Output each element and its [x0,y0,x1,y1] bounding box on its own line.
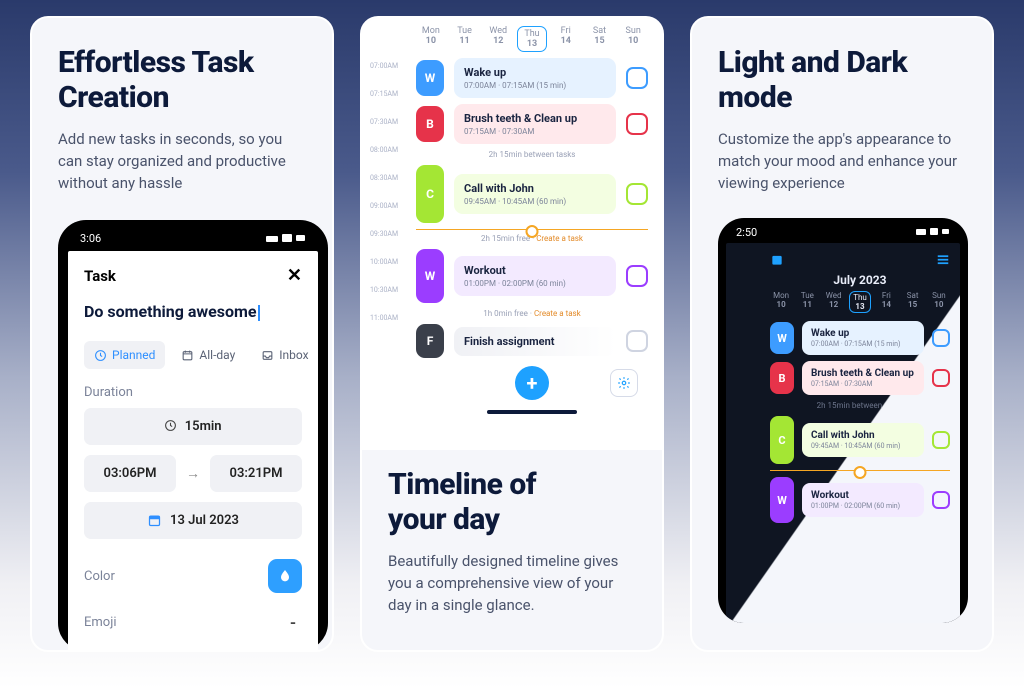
segment-planned[interactable]: Planned [84,341,165,369]
status-clock: 2:50 [736,226,757,239]
task-checkbox[interactable] [626,67,648,89]
subheading: Customize the app's appearance to match … [718,129,966,194]
feature-card-timeline: Mon10 Tue11 Wed12 Thu13 Fri14 Sat15 Sun1… [360,16,664,652]
task-type-segment: Planned All-day Inbox [84,341,302,369]
clock-icon [94,349,107,362]
gap-label: 1h 0min free · Create a task [770,529,950,538]
duration-chip[interactable]: 15min [84,408,302,445]
task-brush-teeth[interactable]: B Brush teeth & Clean up07:15AM · 07:30A… [416,104,648,144]
end-time-chip[interactable]: 03:21PM [210,455,302,492]
task-checkbox[interactable] [626,265,648,287]
create-task-link[interactable]: Create a task [536,234,583,243]
gear-icon [617,376,631,390]
phone-mock: 3:06 Task ✕ Do something awesome Planned… [58,220,328,651]
inbox-icon [261,349,274,362]
calendar-icon [147,513,162,528]
calendar-icon[interactable] [770,253,784,267]
color-label: Color [84,569,115,584]
subheading: Beautifully designed timeline gives you … [388,551,636,616]
time-gutter: 07:00AM07:15AM07:30AM 08:00AM08:30AM09:0… [370,52,398,332]
subheading: Add new tasks in seconds, so you can sta… [58,129,306,194]
date-chip[interactable]: 13 Jul 2023 [84,502,302,539]
gap-label: 2h 15min between tasks [416,150,648,159]
month-label: July 2023 [770,273,950,287]
timeline-screen: Mon10 Tue11 Wed12 Thu13 Fri14 Sat15 Sun1… [362,18,662,450]
menu-icon[interactable] [936,253,950,267]
segment-inbox[interactable]: Inbox [251,341,318,369]
task-checkbox[interactable] [626,330,648,352]
close-icon[interactable]: ✕ [287,265,302,286]
task-call-john[interactable]: C Call with John09:45AM · 10:45AM (60 mi… [416,165,648,223]
gap-label: 1h 0min free · Create a task [416,309,648,318]
current-time-indicator [416,229,648,230]
home-indicator [487,410,577,414]
create-task-link[interactable]: Create a task [534,309,581,318]
phone-mock-dark: 2:50 July 2023 Mon10 Tue11 Wed12 Thu13 F… [718,218,968,623]
task-title-input[interactable]: Do something awesome [84,302,260,321]
task-call-john[interactable]: C Call with John09:45AM · 10:45AM (60 mi… [770,416,950,464]
task-checkbox[interactable] [932,491,950,509]
duration-label: Duration [84,385,302,400]
status-clock: 3:06 [80,232,101,245]
segment-allday[interactable]: All-day [171,341,245,369]
feature-card-dark-mode: Light and Darkmode Customize the app's a… [690,16,994,652]
status-icons [266,234,306,244]
heading: Effortless TaskCreation [58,46,306,115]
droplet-icon [277,568,293,584]
add-task-fab[interactable]: + [515,366,549,400]
task-checkbox[interactable] [626,183,648,205]
task-finish-assignment[interactable]: F Finish assignment [416,324,648,358]
task-workout[interactable]: W Workout01:00PM · 02:00PM (60 min) [770,477,950,523]
status-icons [916,228,950,237]
calendar-icon [181,349,194,362]
task-checkbox[interactable] [932,431,950,449]
task-workout[interactable]: W Workout01:00PM · 02:00PM (60 min) [416,249,648,303]
modal-title: Task [84,267,116,285]
heading: Timeline ofyour day [388,468,636,537]
create-task-link[interactable]: Create a task [862,529,909,538]
clock-icon [164,419,177,432]
start-time-chip[interactable]: 03:06PM [84,455,176,492]
day-selector[interactable]: Mon10 Tue11 Wed12 Thu13 Fri14 Sat15 Sun1… [770,291,950,313]
emoji-picker-button[interactable]: - [284,613,302,631]
task-brush-teeth[interactable]: B Brush teeth & Clean up07:15AM · 07:30A… [770,361,950,395]
gap-label: 2h 15min between tasks [770,401,950,410]
task-checkbox[interactable] [626,113,648,135]
task-checkbox[interactable] [932,369,950,387]
heading: Light and Darkmode [718,46,966,115]
settings-button[interactable] [610,369,638,397]
day-selector[interactable]: Mon10 Tue11 Wed12 Thu13 Fri14 Sat15 Sun1… [416,26,648,52]
task-checkbox[interactable] [932,329,950,347]
task-wake-up[interactable]: W Wake up07:00AM · 07:15AM (15 min) [770,321,950,355]
emoji-label: Emoji [84,615,116,630]
arrow-icon: → [186,465,200,482]
current-time-indicator [770,470,950,471]
color-picker-button[interactable] [268,559,302,593]
feature-card-task-creation: Effortless TaskCreation Add new tasks in… [30,16,334,652]
task-wake-up[interactable]: W Wake up07:00AM · 07:15AM (15 min) [416,58,648,98]
